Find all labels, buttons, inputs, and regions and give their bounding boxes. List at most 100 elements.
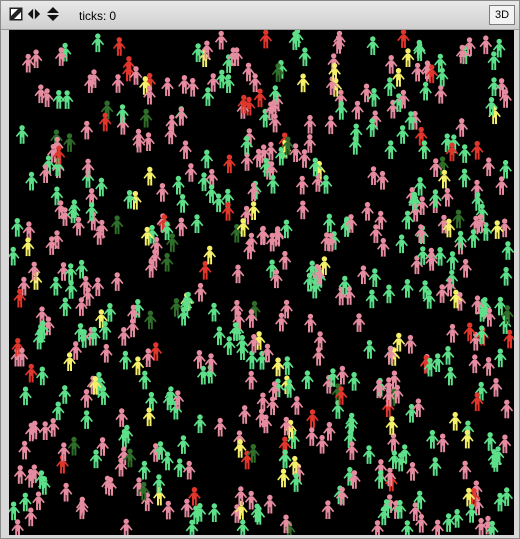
person-icon <box>296 200 310 220</box>
person-icon <box>22 221 36 241</box>
person-icon <box>422 290 436 309</box>
person-icon <box>51 401 65 421</box>
view-3d-button[interactable]: 3D <box>489 5 515 25</box>
person-icon <box>397 89 410 109</box>
person-icon <box>474 517 488 535</box>
person-icon <box>428 457 442 476</box>
person-icon <box>431 353 444 372</box>
person-icon <box>119 518 133 535</box>
person-icon <box>401 48 415 67</box>
person-icon <box>11 519 24 535</box>
person-icon <box>100 343 113 363</box>
person-icon <box>115 408 128 427</box>
person-icon <box>441 187 454 207</box>
person-icon <box>129 66 143 85</box>
person-icon <box>384 140 397 159</box>
person-icon <box>271 357 285 377</box>
person-icon <box>296 73 310 93</box>
person-icon <box>304 313 317 333</box>
person-icon <box>347 372 361 391</box>
person-icon <box>15 125 29 144</box>
person-icon <box>401 210 414 230</box>
person-icon <box>280 416 293 436</box>
person-icon <box>175 217 188 237</box>
person-icon <box>230 299 244 319</box>
person-icon <box>188 487 201 506</box>
person-icon <box>448 411 462 431</box>
person-icon <box>59 297 72 317</box>
person-icon <box>458 168 471 188</box>
person-icon <box>499 159 512 179</box>
move-arrows-icon[interactable] <box>46 7 60 21</box>
person-icon <box>270 269 283 289</box>
person-icon <box>213 417 227 437</box>
person-icon <box>178 75 191 94</box>
person-icon <box>75 259 88 279</box>
person-icon <box>312 346 325 366</box>
person-icon <box>489 378 503 397</box>
person-icon <box>461 429 474 449</box>
ticks-label: ticks: <box>79 9 107 23</box>
person-icon <box>19 386 32 406</box>
person-icon <box>110 272 124 291</box>
person-icon <box>335 101 348 120</box>
person-icon <box>281 356 294 375</box>
person-icon <box>383 77 397 96</box>
person-icon <box>184 163 198 182</box>
person-icon <box>458 460 472 480</box>
ticks-counter: ticks: 0 <box>79 9 116 23</box>
world-view[interactable] <box>9 30 514 535</box>
person-icon <box>419 81 432 101</box>
person-icon <box>25 171 38 191</box>
person-icon <box>290 396 304 415</box>
person-icon <box>144 310 157 330</box>
person-icon <box>143 85 156 105</box>
person-icon <box>21 237 35 257</box>
person-icon <box>172 175 185 195</box>
person-icon <box>401 520 414 535</box>
resize-icon[interactable] <box>9 7 23 21</box>
person-icon <box>278 449 292 469</box>
person-icon <box>499 266 513 286</box>
person-icon <box>91 277 105 297</box>
person-icon <box>162 500 175 520</box>
person-icon <box>142 132 155 151</box>
person-icon <box>240 152 254 171</box>
person-icon <box>13 465 27 484</box>
person-icon <box>11 218 24 237</box>
person-icon <box>490 220 504 239</box>
view-toolbar: ticks: 0 3D <box>1 1 519 30</box>
person-icon <box>175 106 188 126</box>
person-icon <box>278 250 292 270</box>
person-icon <box>387 433 400 452</box>
pan-arrows-icon[interactable] <box>27 7 41 21</box>
person-icon <box>110 215 124 235</box>
person-icon <box>179 140 192 160</box>
person-icon <box>156 183 169 202</box>
person-icon <box>207 302 221 322</box>
person-icon <box>361 201 374 221</box>
person-icon <box>18 440 31 460</box>
person-icon <box>161 77 174 97</box>
person-icon <box>238 405 251 424</box>
person-icon <box>58 385 72 404</box>
person-icon <box>503 329 514 349</box>
person-icon <box>436 433 449 453</box>
person-icon <box>36 366 49 386</box>
person-icon <box>263 494 277 514</box>
person-icon <box>247 201 260 220</box>
person-icon <box>213 326 226 346</box>
person-icon <box>433 247 447 266</box>
person-icon <box>277 468 290 488</box>
person-icon <box>385 416 399 435</box>
person-icon <box>352 313 366 332</box>
person-icon <box>63 133 76 152</box>
person-icon <box>357 265 370 285</box>
person-icon <box>369 224 383 243</box>
person-icon <box>256 392 270 412</box>
person-icon <box>80 410 93 429</box>
person-icon <box>64 263 77 282</box>
person-icon <box>139 108 153 128</box>
person-icon <box>498 434 512 454</box>
person-icon <box>138 370 152 390</box>
